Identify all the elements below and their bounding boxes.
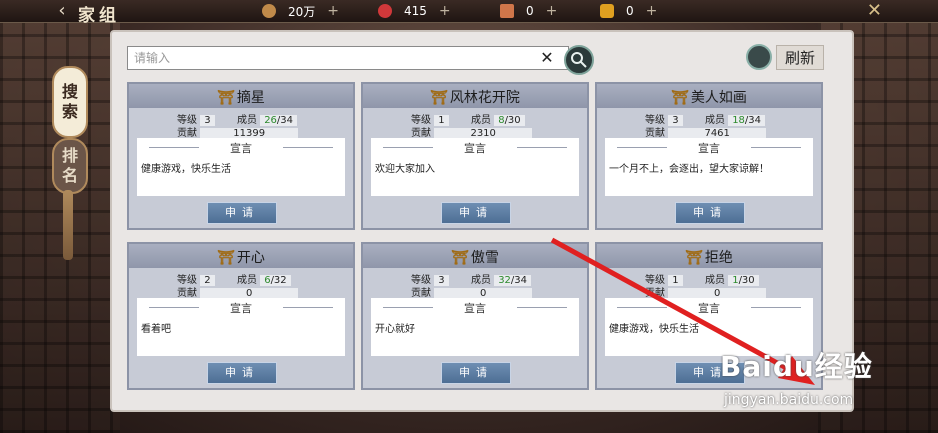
watermark-brand: Baidu经验 bbox=[720, 350, 873, 383]
watermark-url: jingyan.baidu.com bbox=[724, 392, 854, 408]
